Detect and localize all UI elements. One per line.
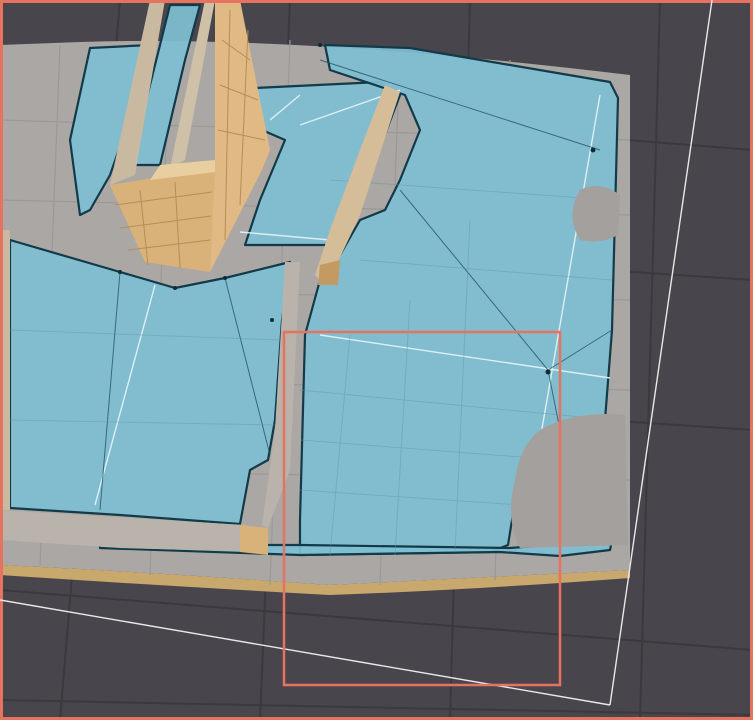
wall-lower-left-lip-edge [240,525,268,555]
scene-viewport[interactable] [0,0,753,720]
navmesh-region-lower-left [8,238,292,526]
ground-bump-right-top [572,186,620,242]
